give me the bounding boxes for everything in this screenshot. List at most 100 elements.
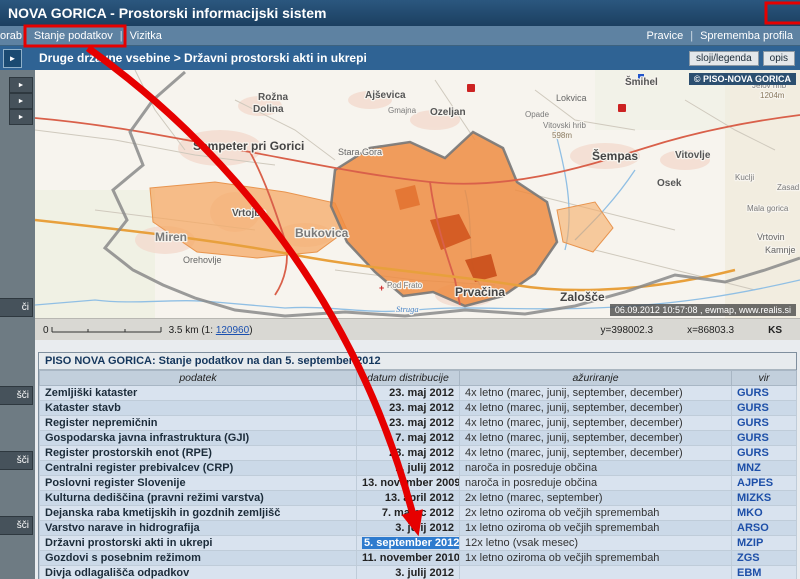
- menu-item-vizitka[interactable]: Vizitka: [123, 30, 169, 42]
- map-label: Ozeljan: [430, 107, 466, 118]
- sidebar-button-poisci[interactable]: šči: [0, 451, 33, 470]
- menu-item-partial[interactable]: orab: [0, 30, 24, 42]
- scale-value-link[interactable]: 120960: [216, 325, 249, 336]
- map-label: Kuclji: [735, 173, 754, 182]
- source-link[interactable]: MKO: [737, 507, 763, 519]
- table-row: Dejanska raba kmetijskih in gozdnih zeml…: [40, 506, 797, 521]
- map-label: Vitovlje: [675, 150, 711, 161]
- map-label: Vrtojba: [232, 208, 266, 219]
- map-label: Struga: [396, 304, 419, 314]
- arrow-right-icon: ►: [18, 82, 25, 89]
- map-label: 598m: [552, 131, 572, 140]
- map-label: Mala gorica: [747, 204, 789, 213]
- map-label: Ajševica: [365, 90, 406, 101]
- table-row: Centralni register prebivalcev (CRP)1. j…: [40, 461, 797, 476]
- source-link[interactable]: GURS: [737, 387, 769, 399]
- map-label: Šmihel: [625, 75, 658, 88]
- table-row: Varstvo narave in hidrografija3. julij 2…: [40, 521, 797, 536]
- road-marker-icon: [467, 84, 475, 92]
- map-label: Vitovski hrib: [543, 121, 587, 130]
- app-title: NOVA GORICA - Prostorski informacijski s…: [8, 5, 326, 21]
- map-copyright: © PISO-NOVA GORICA: [689, 73, 796, 85]
- map-label: Šempeter pri Gorici: [193, 138, 304, 153]
- map-label: Zalošče: [560, 290, 605, 304]
- collapse-panel-button[interactable]: ►: [3, 49, 22, 68]
- arrow-right-icon: ►: [18, 98, 25, 105]
- road-marker-icon: [618, 104, 626, 112]
- map-canvas[interactable]: + Rožna Dolina Ajševica Šmihel Lokvica J…: [35, 70, 800, 318]
- source-link[interactable]: EBM: [737, 567, 761, 579]
- source-link[interactable]: ZGS: [737, 552, 760, 564]
- coordinate-x: x=86803.3: [687, 325, 734, 336]
- map-label: Zasad: [777, 183, 799, 192]
- source-link[interactable]: GURS: [737, 432, 769, 444]
- piso-app: NOVA GORICA - Prostorski informacijski s…: [0, 0, 800, 579]
- col-vir: vir: [732, 371, 797, 386]
- map-label: Osek: [657, 178, 682, 189]
- source-link[interactable]: AJPES: [737, 477, 773, 489]
- expand-tool-button[interactable]: ►: [9, 93, 33, 109]
- app-header: NOVA GORICA - Prostorski informacijski s…: [0, 0, 800, 26]
- menu-item-pravice[interactable]: Pravice: [640, 30, 691, 42]
- table-row-highlighted: Državni prostorski akti in ukrepi5. sept…: [40, 536, 797, 551]
- table-row: Divja odlagališča odpadkov3. julij 2012E…: [40, 566, 797, 579]
- description-button[interactable]: opis: [763, 51, 795, 66]
- table-row: Register nepremičnin23. maj 20124x letno…: [40, 416, 797, 431]
- source-link[interactable]: MIZKS: [737, 492, 771, 504]
- map-watermark: 06.09.2012 10:57:08 , ewmap, www.realis.…: [610, 304, 796, 316]
- church-marker-icon: +: [379, 283, 384, 293]
- map-label: Kamnje: [765, 245, 796, 255]
- arrow-right-icon: ►: [18, 114, 25, 121]
- breadcrumb: Druge državne vsebine > Državni prostors…: [39, 51, 367, 65]
- map-label: Lokvica: [556, 93, 587, 103]
- sidebar-button-isci[interactable]: či: [0, 298, 33, 317]
- map-label: Dolina: [253, 104, 284, 115]
- expand-tool-button[interactable]: ►: [9, 109, 33, 125]
- sidebar-button-poisci[interactable]: šči: [0, 516, 33, 535]
- table-header-row: podatek datum distribucije ažuriranje vi…: [40, 371, 797, 386]
- layers-legend-button[interactable]: sloji/legenda: [689, 51, 759, 66]
- map-label: Gmajna: [388, 106, 417, 115]
- map-label: Prvačina: [455, 285, 505, 299]
- table-row: Gospodarska javna infrastruktura (GJI)7.…: [40, 431, 797, 446]
- table-title: PISO NOVA GORICA: Stanje podatkov na dan…: [39, 353, 796, 370]
- table-zone: PISO NOVA GORICA: Stanje podatkov na dan…: [35, 340, 800, 579]
- map-graphics: + Rožna Dolina Ajševica Šmihel Lokvica J…: [35, 70, 800, 318]
- sidebar-button-poisci[interactable]: šči: [0, 386, 33, 405]
- source-link[interactable]: GURS: [737, 402, 769, 414]
- table-row: Zemljiški kataster23. maj 20124x letno (…: [40, 386, 797, 401]
- table-row: Kataster stavb23. maj 20124x letno (mare…: [40, 401, 797, 416]
- source-link[interactable]: MNZ: [737, 462, 761, 474]
- table-row: Kulturna dediščina (pravni režimi varstv…: [40, 491, 797, 506]
- source-link[interactable]: GURS: [737, 417, 769, 429]
- scale-text: 3.5 km (1: 120960): [169, 325, 253, 336]
- map-label: 1204m: [760, 91, 785, 100]
- source-link[interactable]: GURS: [737, 447, 769, 459]
- col-azuriranje: ažuriranje: [460, 371, 732, 386]
- col-datum: datum distribucije: [357, 371, 460, 386]
- breadcrumb-bar: ► Druge državne vsebine > Državni prosto…: [0, 46, 800, 71]
- table-row: Gozdovi s posebnim režimom11. november 2…: [40, 551, 797, 566]
- table-row: Poslovni register Slovenije13. november …: [40, 476, 797, 491]
- map-label: Vrtovin: [757, 232, 785, 242]
- left-sidebar: ► ► ► či šči šči šči: [0, 70, 35, 579]
- source-link[interactable]: ARSO: [737, 522, 769, 534]
- menu-item-stanje-podatkov[interactable]: Stanje podatkov: [27, 30, 120, 42]
- coordinate-y: y=398002.3: [601, 325, 654, 336]
- map-label: Miren: [155, 230, 187, 244]
- expand-tool-button[interactable]: ►: [9, 77, 33, 93]
- source-link[interactable]: MZIP: [737, 537, 763, 549]
- crs-selector[interactable]: KS: [768, 325, 782, 336]
- scale-zero: 0: [43, 325, 49, 336]
- menu-item-sprememba-profila[interactable]: Sprememba profila: [693, 30, 800, 42]
- highlighted-date: 5. september 2012: [362, 537, 460, 549]
- map-label: Orehovlje: [183, 255, 222, 265]
- menu-bar: orab | Stanje podatkov | Vizitka Pravice…: [0, 26, 800, 46]
- map-label: Šempas: [592, 148, 638, 163]
- table-row: Register prostorskih enot (RPE)23. maj 2…: [40, 446, 797, 461]
- map-label: Bukovica: [295, 226, 349, 240]
- map-label: Pod Frato: [387, 281, 423, 290]
- status-table: PISO NOVA GORICA: Stanje podatkov na dan…: [38, 352, 797, 579]
- arrow-right-icon: ►: [9, 54, 17, 63]
- col-podatek: podatek: [40, 371, 357, 386]
